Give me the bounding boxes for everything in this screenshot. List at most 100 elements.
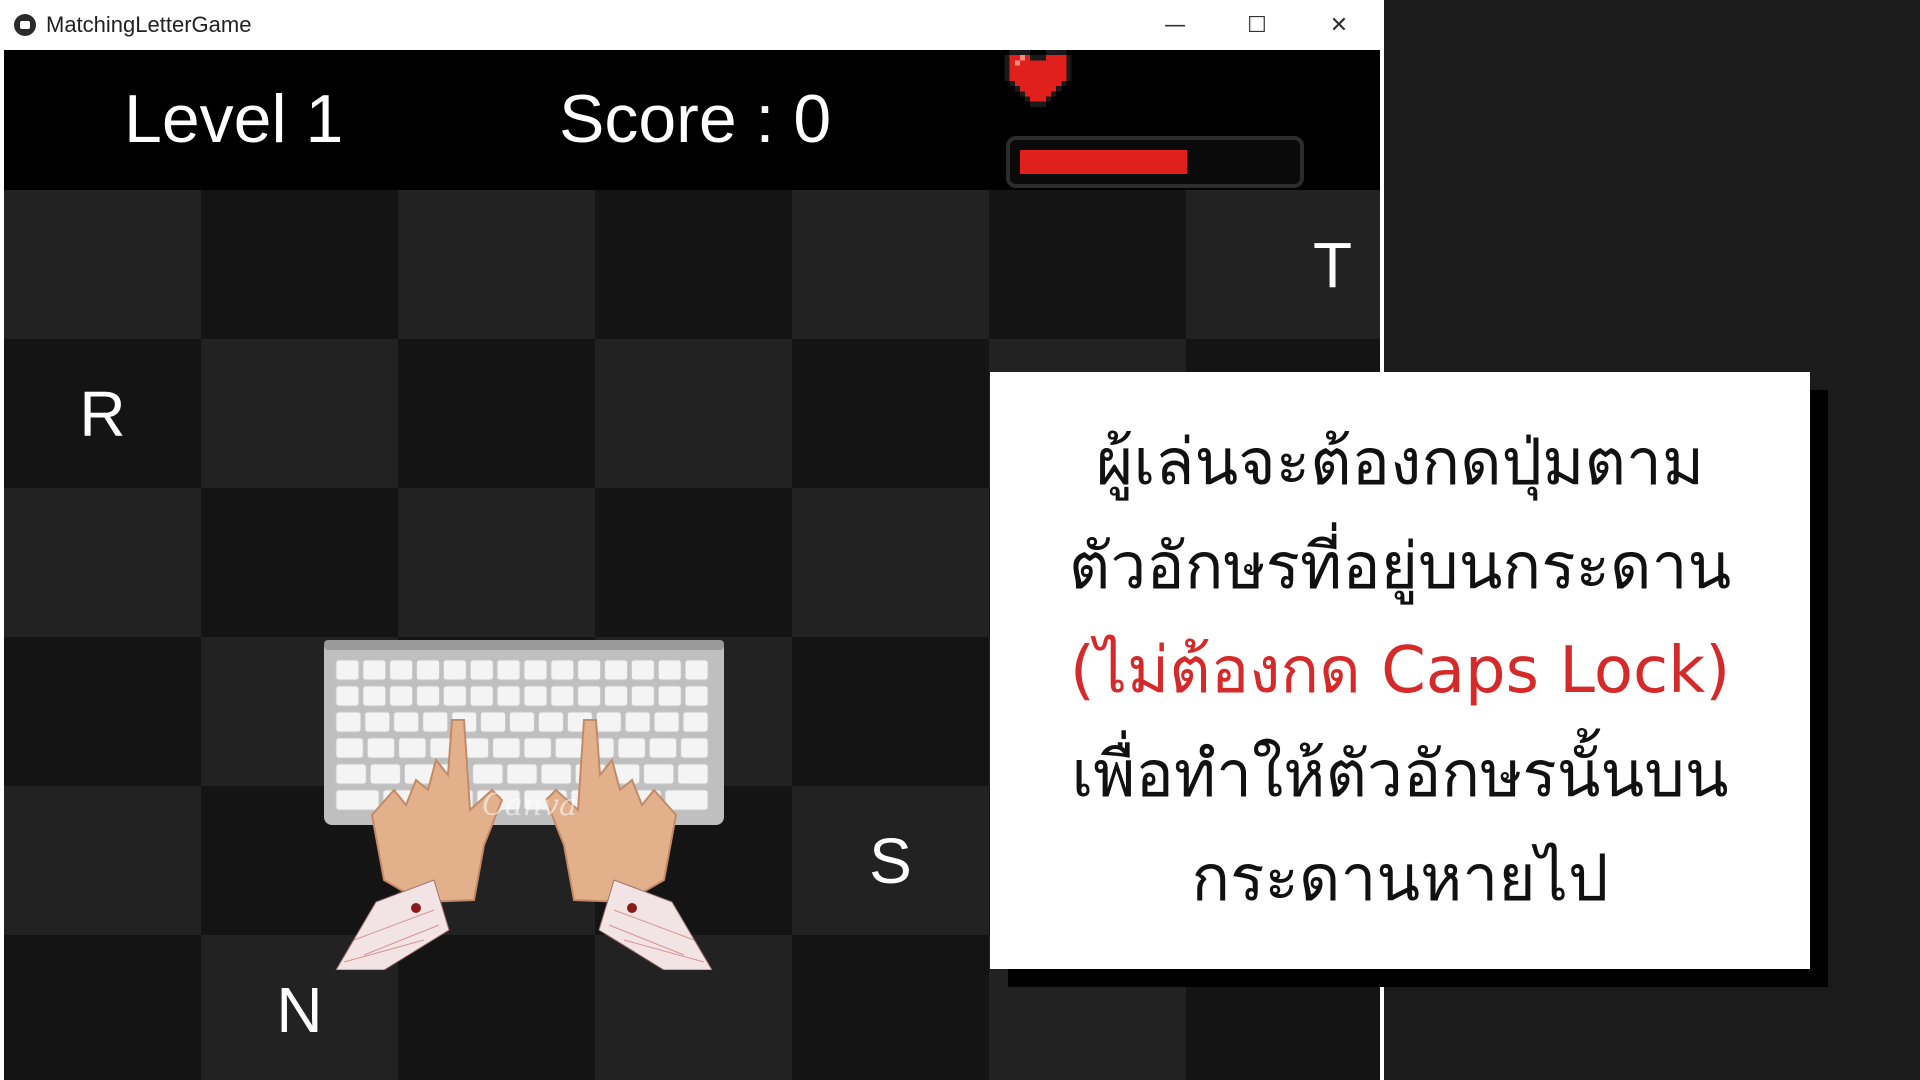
keyboard-key — [657, 685, 682, 707]
keyboard-key — [630, 659, 655, 681]
keyboard-key — [335, 737, 364, 759]
instruction-line-5: กระดานหายไป — [1191, 841, 1609, 916]
keyboard-key — [442, 685, 467, 707]
board-tile — [595, 488, 792, 637]
score-label: Score : 0 — [559, 81, 832, 157]
keyboard-key — [366, 737, 396, 759]
keyboard-key — [554, 737, 584, 759]
board-tile — [4, 786, 201, 935]
keyboard-key — [550, 685, 575, 707]
board-tile — [792, 637, 989, 786]
board-tile — [792, 488, 989, 637]
minimize-button[interactable]: — — [1134, 0, 1216, 50]
keyboard-key — [657, 659, 682, 681]
keyboard-key — [442, 659, 467, 681]
keyboard-key — [469, 685, 494, 707]
instruction-line-1: ผู้เล่นจะต้องกดปุ่มตาม — [1095, 425, 1705, 500]
board-tile — [4, 190, 201, 339]
maximize-button[interactable]: ☐ — [1216, 0, 1298, 50]
keyboard-key — [540, 763, 572, 785]
board-tile — [595, 190, 792, 339]
board-tile — [989, 190, 1186, 339]
instruction-panel: ผู้เล่นจะต้องกดปุ่มตาม ตัวอักษรที่อยู่บน… — [990, 372, 1810, 969]
keyboard-key — [523, 659, 548, 681]
keyboard-key — [550, 659, 575, 681]
keyboard-key — [389, 685, 414, 707]
board-tile — [792, 935, 989, 1080]
instruction-line-4: เพื่อทำให้ตัวอักษรนั้นบน — [1071, 737, 1729, 812]
board-tile — [792, 339, 989, 488]
keyboard-key — [630, 685, 655, 707]
board-letter-tile: T — [1186, 190, 1380, 339]
keyboard-key — [648, 737, 678, 759]
keyboard-key — [496, 685, 521, 707]
keyboard-key — [523, 685, 548, 707]
board-tile — [201, 488, 398, 637]
keyboard-key — [624, 711, 651, 733]
keyboard-key — [680, 737, 709, 759]
keyboard-key — [506, 763, 538, 785]
keyboard-key — [577, 685, 602, 707]
board-tile — [4, 637, 201, 786]
health-bar-fill — [1020, 150, 1187, 174]
keyboard-key — [604, 659, 629, 681]
instruction-line-2: ตัวอักษรที่อยู่บนกระดาน — [1068, 529, 1732, 604]
keyboard-key — [416, 659, 440, 681]
board-tile — [398, 190, 595, 339]
board-tile — [201, 190, 398, 339]
keyboard-key — [595, 711, 622, 733]
keyboard-key — [335, 685, 360, 707]
keyboard-key — [684, 685, 709, 707]
board-tile — [201, 339, 398, 488]
close-button[interactable]: ✕ — [1298, 0, 1380, 50]
keyboard-key — [369, 763, 401, 785]
keyboard-key — [653, 711, 680, 733]
board-letter-tile: S — [792, 786, 989, 935]
keyboard-key — [416, 685, 440, 707]
board-tile — [398, 339, 595, 488]
keyboard-key — [389, 659, 414, 681]
keyboard-key — [480, 711, 507, 733]
heart-icon — [1004, 50, 1072, 107]
board-tile — [398, 488, 595, 637]
keyboard-key — [335, 763, 367, 785]
keyboard-key — [577, 659, 602, 681]
keyboard-key — [509, 711, 535, 733]
keyboard-key — [364, 711, 391, 733]
instruction-line-caps-lock: (ไม่ต้องกด Caps Lock) — [1069, 633, 1731, 708]
window-title: MatchingLetterGame — [46, 12, 252, 37]
keyboard-key — [496, 659, 521, 681]
board-tile — [792, 190, 989, 339]
board-tile — [595, 339, 792, 488]
keyboard-key — [682, 711, 709, 733]
window-controls: — ☐ ✕ — [1134, 0, 1380, 50]
title-bar[interactable]: MatchingLetterGame — ☐ ✕ — [0, 0, 1380, 50]
keyboard-key — [617, 737, 646, 759]
keyboard-key — [393, 711, 420, 733]
health-bar — [1006, 136, 1304, 188]
level-label: Level 1 — [124, 81, 344, 157]
board-tile — [4, 935, 201, 1080]
keyboard-hands-icon: Canva — [324, 640, 724, 970]
keyboard-key — [472, 763, 504, 785]
app-icon — [14, 14, 36, 36]
keyboard-key — [469, 659, 494, 681]
keyboard-key — [335, 659, 360, 681]
keyboard-key — [523, 737, 552, 759]
keyboard-key — [335, 711, 362, 733]
keyboard-key — [422, 711, 449, 733]
board-letter-tile: R — [4, 339, 201, 488]
keyboard-key — [643, 763, 675, 785]
keyboard-key — [684, 659, 709, 681]
hud: Level 1 Score : 0 — [4, 50, 1380, 190]
keyboard-key — [362, 659, 387, 681]
keyboard-key — [664, 789, 709, 811]
keyboard-key — [604, 685, 629, 707]
keyboard-key — [538, 711, 564, 733]
canva-watermark: Canva — [482, 788, 577, 823]
board-tile — [4, 488, 201, 637]
keyboard-key — [335, 789, 380, 811]
keyboard-key — [362, 685, 387, 707]
keyboard-key — [492, 737, 521, 759]
keyboard-key — [677, 763, 709, 785]
